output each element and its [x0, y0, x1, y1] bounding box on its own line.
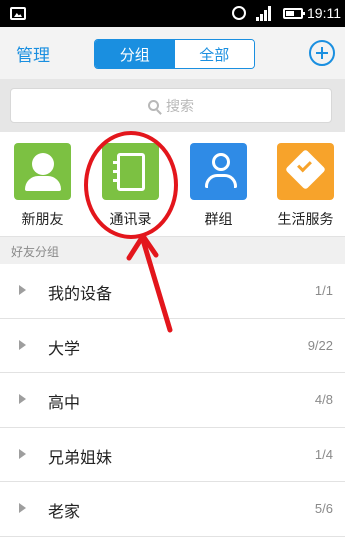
search-placeholder: 搜索 — [166, 98, 194, 115]
section-label: 好友分组 — [11, 245, 60, 259]
search-bar: 搜索 — [0, 79, 345, 132]
quick-entry-contacts[interactable]: 通讯录 — [93, 141, 173, 231]
quick-entry-label: 新朋友 — [21, 212, 64, 228]
segmented-control: 分组 全部 — [94, 39, 255, 69]
group-icon — [190, 143, 247, 200]
group-count: 4/8 — [314, 392, 333, 407]
add-icon[interactable] — [309, 40, 335, 66]
image-notification-icon — [10, 7, 26, 20]
quick-entry-new-friends[interactable]: 新朋友 — [5, 141, 85, 231]
expand-arrow-icon — [19, 394, 26, 404]
new-friend-icon — [14, 143, 71, 200]
expand-arrow-icon — [19, 448, 26, 459]
group-name: 老家 — [48, 502, 81, 521]
quick-entry-label: 群组 — [204, 212, 233, 228]
group-name: 大学 — [48, 338, 81, 358]
list-item[interactable]: 大学 9/22 — [0, 318, 345, 373]
alarm-icon — [232, 6, 246, 20]
group-name: 高中 — [48, 393, 81, 412]
section-header: 好友分组 — [0, 236, 345, 264]
search-icon — [148, 100, 159, 111]
group-count: 5/6 — [314, 501, 333, 516]
life-service-icon — [277, 143, 334, 200]
expand-arrow-icon — [19, 503, 26, 513]
quick-entry-label: 通讯录 — [109, 212, 152, 228]
search-input[interactable]: 搜索 — [10, 88, 332, 123]
status-bar: 19:11 — [0, 0, 345, 27]
quick-entry-groups[interactable]: 群组 — [181, 141, 261, 231]
list-item[interactable]: 高中 4/8 — [0, 373, 345, 428]
group-count: 1/1 — [314, 283, 333, 298]
quick-entry-life-services[interactable]: 生活服务 — [268, 141, 345, 231]
tab-all[interactable]: 全部 — [174, 40, 254, 68]
battery-icon — [283, 8, 305, 19]
list-item[interactable]: 兄弟姐妹 1/4 — [0, 427, 345, 482]
manage-button[interactable]: 管理 — [16, 41, 50, 66]
list-item[interactable]: 老家 5/6 — [0, 482, 345, 537]
signal-icon — [256, 6, 272, 21]
expand-arrow-icon — [19, 285, 26, 295]
friend-group-list: 我的设备 1/1 大学 9/22 高中 4/8 兄弟姐妹 1/4 老家 5/6 — [0, 264, 345, 537]
group-name: 我的设备 — [48, 284, 113, 303]
expand-arrow-icon — [19, 339, 26, 350]
group-count: 1/4 — [314, 446, 333, 462]
group-name: 兄弟姐妹 — [48, 447, 113, 467]
quick-entries: 新朋友 通讯录 群组 生活服务 — [0, 132, 345, 236]
tab-groups[interactable]: 分组 — [95, 40, 175, 68]
contacts-book-icon — [102, 143, 159, 200]
list-item[interactable]: 我的设备 1/1 — [0, 264, 345, 319]
group-count: 9/22 — [307, 337, 333, 353]
status-time: 19:11 — [307, 5, 341, 21]
quick-entry-label: 生活服务 — [277, 212, 334, 228]
header: 管理 分组 全部 — [0, 27, 345, 79]
